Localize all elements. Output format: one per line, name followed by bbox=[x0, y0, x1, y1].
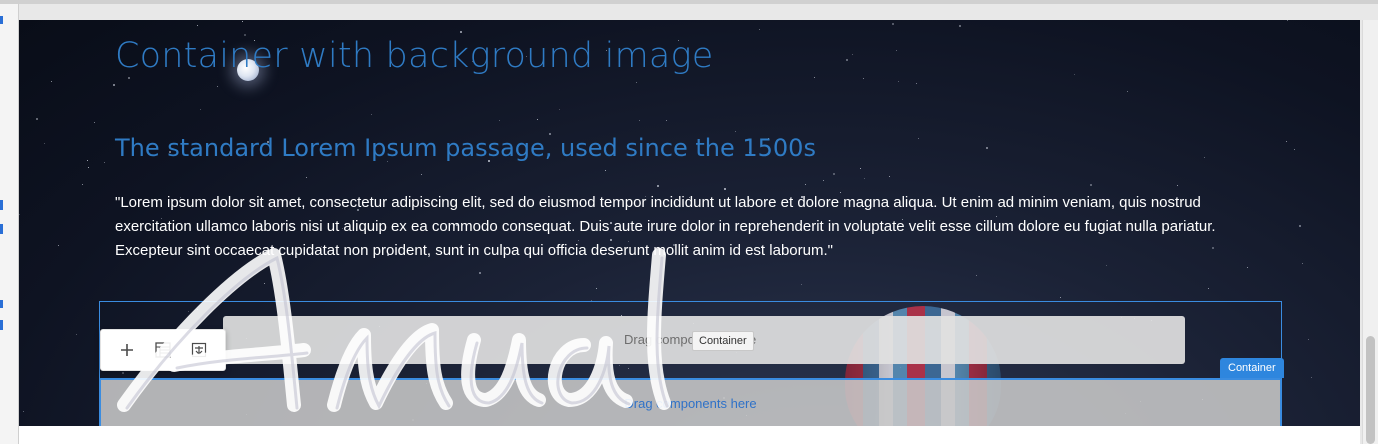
star bbox=[889, 176, 890, 177]
star bbox=[537, 119, 538, 120]
star bbox=[814, 77, 815, 78]
star bbox=[846, 59, 848, 61]
vertical-scrollbar[interactable] bbox=[1362, 20, 1378, 444]
lorem-paragraph: "Lorem ipsum dolor sit amet, consectetur… bbox=[115, 194, 1216, 259]
star bbox=[724, 188, 726, 190]
star bbox=[200, 109, 201, 110]
star bbox=[605, 170, 606, 171]
star bbox=[759, 29, 760, 30]
star bbox=[896, 50, 897, 51]
star bbox=[863, 78, 864, 79]
container-badge[interactable]: Container bbox=[1220, 358, 1284, 378]
gutter-marker bbox=[0, 320, 3, 330]
star bbox=[801, 284, 802, 285]
star bbox=[51, 81, 52, 82]
star bbox=[242, 21, 243, 22]
layout-icon[interactable] bbox=[150, 337, 176, 363]
star bbox=[1074, 74, 1075, 75]
gutter-marker bbox=[0, 16, 3, 24]
gutter-marker bbox=[0, 200, 3, 210]
editor-top-bar bbox=[0, 0, 1378, 4]
star bbox=[1204, 157, 1205, 158]
star bbox=[44, 143, 45, 144]
star bbox=[1060, 297, 1061, 298]
star bbox=[918, 138, 919, 139]
star bbox=[864, 178, 865, 179]
star bbox=[1177, 185, 1178, 186]
star bbox=[1106, 265, 1107, 266]
page-frame: Container with background image The stan… bbox=[19, 20, 1360, 444]
star bbox=[1247, 267, 1248, 268]
star bbox=[559, 109, 560, 110]
star bbox=[976, 275, 977, 276]
star bbox=[23, 411, 24, 412]
star bbox=[916, 83, 917, 84]
star bbox=[805, 184, 806, 185]
star bbox=[892, 23, 894, 25]
star bbox=[82, 184, 83, 185]
star bbox=[88, 167, 89, 168]
star bbox=[217, 86, 218, 87]
scrollbar-thumb[interactable] bbox=[1366, 336, 1375, 444]
star bbox=[639, 120, 640, 121]
star bbox=[58, 245, 59, 246]
star bbox=[666, 120, 667, 121]
star bbox=[1294, 149, 1295, 150]
star bbox=[421, 174, 422, 175]
star bbox=[735, 131, 736, 132]
star bbox=[1208, 288, 1209, 289]
star bbox=[1311, 377, 1312, 378]
star bbox=[19, 214, 20, 215]
outer-drop-zone[interactable]: Drag components here bbox=[99, 378, 1282, 426]
star bbox=[657, 185, 659, 187]
star bbox=[852, 54, 853, 55]
star bbox=[1090, 184, 1092, 186]
star bbox=[104, 162, 105, 163]
container-tooltip: Container bbox=[692, 331, 754, 351]
star bbox=[986, 147, 988, 149]
gutter-marker bbox=[0, 224, 3, 234]
star bbox=[87, 160, 88, 161]
star bbox=[197, 25, 198, 26]
star bbox=[636, 82, 637, 83]
star bbox=[128, 77, 130, 79]
star bbox=[1299, 225, 1301, 227]
star bbox=[860, 168, 861, 169]
star bbox=[898, 81, 899, 82]
background-image-container[interactable]: Container with background image The stan… bbox=[19, 20, 1360, 426]
star bbox=[479, 272, 481, 274]
star bbox=[306, 177, 307, 178]
star bbox=[371, 114, 372, 115]
star bbox=[1308, 339, 1309, 340]
gutter-marker bbox=[0, 300, 3, 308]
drop-zone-label: Drag components here bbox=[624, 396, 757, 411]
star bbox=[823, 180, 824, 181]
plus-icon[interactable] bbox=[114, 337, 140, 363]
section-subtitle: The standard Lorem Ipsum passage, used s… bbox=[115, 134, 816, 162]
star bbox=[36, 118, 38, 120]
star bbox=[959, 25, 961, 27]
star bbox=[264, 283, 265, 284]
star bbox=[1286, 141, 1287, 142]
star bbox=[833, 173, 835, 175]
star bbox=[76, 334, 77, 335]
page-title: Container with background image bbox=[115, 36, 714, 76]
component-toolbar bbox=[100, 329, 226, 371]
star bbox=[1127, 91, 1128, 92]
container-icon[interactable] bbox=[186, 337, 212, 363]
star bbox=[460, 31, 462, 33]
star bbox=[94, 122, 95, 123]
left-gutter bbox=[0, 4, 19, 444]
star bbox=[596, 288, 597, 289]
star bbox=[113, 84, 115, 86]
star bbox=[1302, 263, 1303, 264]
star bbox=[1287, 20, 1288, 21]
star bbox=[499, 120, 500, 121]
